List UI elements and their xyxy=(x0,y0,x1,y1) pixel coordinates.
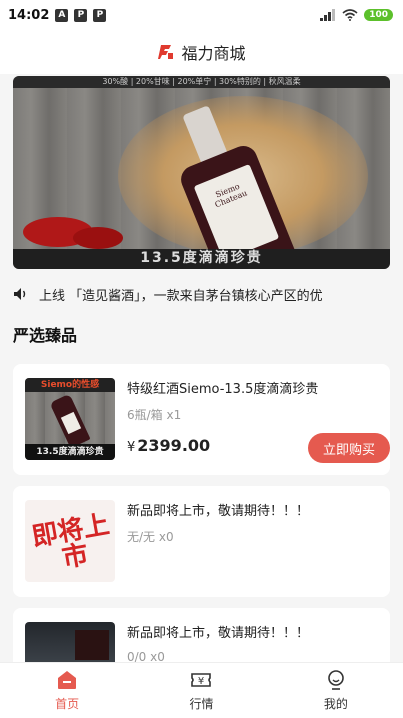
status-bar-right: 100 xyxy=(320,9,393,21)
status-bar-left: 14:02 A P P xyxy=(8,7,107,23)
tab-mine[interactable]: 我的 xyxy=(269,663,403,718)
fuli-logo-icon xyxy=(158,45,174,59)
currency-symbol: ¥ xyxy=(127,440,136,455)
product-image-top-text: Siemo的性感 xyxy=(25,378,115,392)
product-card[interactable]: Siemo的性感 13.5度滴滴珍贵 特级红酒Siemo-13.5度滴滴珍贵 6… xyxy=(13,364,390,475)
product-name[interactable]: 新品即将上市，敬请期待！！！ xyxy=(127,622,309,641)
product-image[interactable]: Siemo的性感 13.5度滴滴珍贵 xyxy=(25,378,115,460)
tab-label: 行情 xyxy=(189,697,214,711)
notification-icon: A xyxy=(55,8,69,22)
rose-decoration xyxy=(73,227,123,249)
ticket-yen-icon: ¥ xyxy=(191,673,212,687)
tab-home[interactable]: 首页 xyxy=(0,663,134,718)
price-value: 2399.00 xyxy=(137,436,211,455)
product-image-bottom-text: 13.5度滴滴珍贵 xyxy=(25,444,115,460)
speaker-icon xyxy=(14,288,26,300)
product-spec: 6瓶/箱 x1 xyxy=(127,408,182,422)
coming-soon-text: 即将上市 xyxy=(29,509,112,574)
notice-text: 上线 「造见酱酒」，一款来自茅台镇核心产区的优 xyxy=(39,288,323,304)
product-spec: 无/无 x0 xyxy=(127,530,174,544)
notification-icon: P xyxy=(74,8,88,22)
status-bar: 14:02 A P P 100 xyxy=(0,0,403,30)
product-name[interactable]: 特级红酒Siemo-13.5度滴滴珍贵 xyxy=(127,378,318,397)
status-time: 14:02 xyxy=(8,7,50,23)
home-icon xyxy=(58,671,77,689)
product-image[interactable]: 即将上市 xyxy=(25,500,115,582)
app-header: 福力商城 xyxy=(0,30,403,74)
user-icon xyxy=(328,670,344,690)
wifi-icon xyxy=(342,9,358,21)
svg-text:¥: ¥ xyxy=(198,676,204,687)
tab-label: 首页 xyxy=(55,697,80,711)
bottom-tab-bar: 首页 ¥ 行情 我的 xyxy=(0,662,403,718)
notice-bar[interactable]: 上线 「造见酱酒」，一款来自茅台镇核心产区的优 xyxy=(0,280,403,308)
signal-icon xyxy=(320,9,336,21)
banner-top-text: 30%酸 | 20%甘味 | 20%单宁 | 30%特别的 | 秋风温柔 xyxy=(13,76,390,88)
promo-banner[interactable]: 30%酸 | 20%甘味 | 20%单宁 | 30%特别的 | 秋风温柔 Sie… xyxy=(13,76,390,269)
product-name[interactable]: 新品即将上市，敬请期待！！！ xyxy=(127,500,309,519)
tab-label: 我的 xyxy=(323,697,348,711)
buy-now-button[interactable]: 立即购买 xyxy=(308,433,390,463)
product-card[interactable]: 即将上市 新品即将上市，敬请期待！！！ 无/无 x0 xyxy=(13,486,390,597)
tab-market[interactable]: ¥ 行情 xyxy=(134,663,268,718)
section-title: 严选臻品 xyxy=(13,326,78,345)
notification-icon: P xyxy=(93,8,107,22)
page-title: 福力商城 xyxy=(181,44,246,63)
banner-caption: 13.5度滴滴珍贵 xyxy=(140,250,263,266)
product-price: ¥2399.00 xyxy=(127,436,210,455)
battery-icon: 100 xyxy=(364,9,393,21)
